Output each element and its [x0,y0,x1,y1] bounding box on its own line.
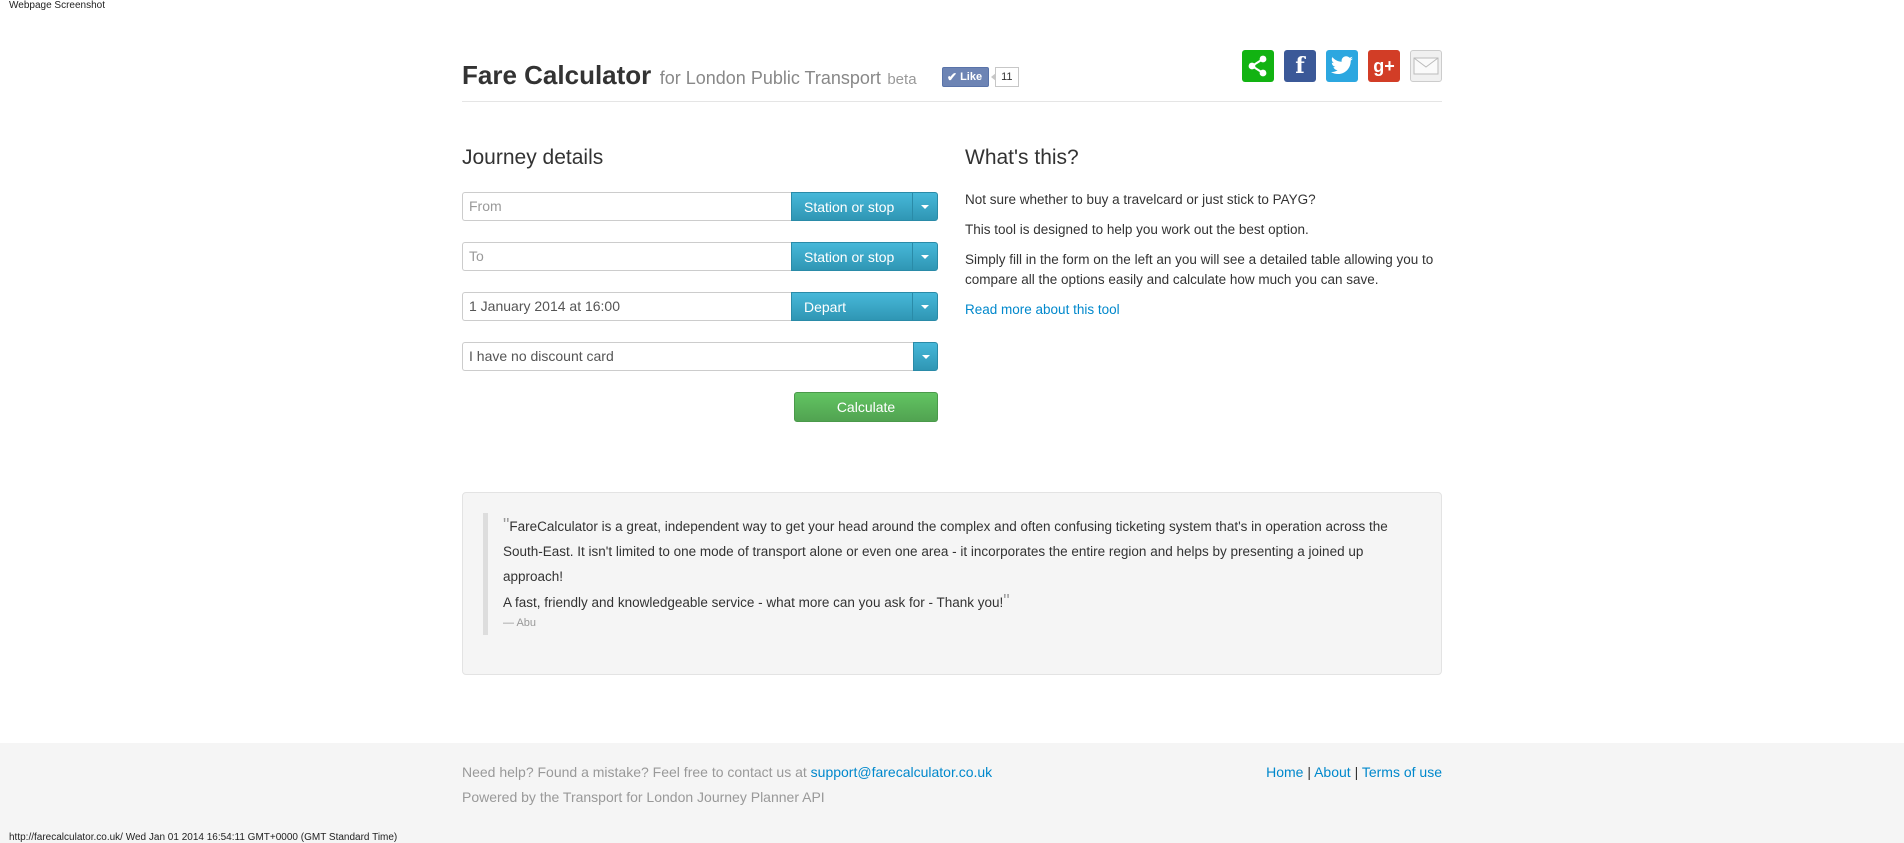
page-subtitle: for London Public Transport [659,68,881,88]
status-bar: http://farecalculator.co.uk/ Wed Jan 01 … [9,832,398,843]
about-section: What's this? Not sure whether to buy a t… [965,146,1442,317]
email-icon[interactable] [1410,50,1442,82]
header: Fare Calculator for London Public Transp… [462,48,1442,102]
to-type-label: Station or stop [804,248,895,265]
close-quote-mark: " [1003,591,1010,611]
about-paragraph-3: Simply fill in the form on the left an y… [965,252,1434,287]
to-input[interactable]: To [462,242,791,271]
from-row: From Station or stop [462,192,938,221]
footer: Need help? Found a mistake? Feel free to… [0,743,1904,843]
to-row: To Station or stop [462,242,938,271]
calculate-button[interactable]: Calculate [794,392,938,422]
chevron-down-icon [914,343,937,370]
like-button[interactable]: ✔ Like [942,67,990,87]
quote-text: " FareCalculator is a great, independent … [503,513,1423,615]
footer-separator: | [1307,764,1311,780]
chevron-down-icon [912,293,937,320]
like-count: 11 [991,67,1019,87]
discount-row: I have no discount card [462,342,938,371]
chevron-down-icon [912,243,937,270]
page-title[interactable]: Fare Calculator [462,60,651,90]
footer-separator: | [1354,764,1359,780]
google-plus-icon[interactable]: g+ [1368,50,1400,82]
powered-by: Powered by the Transport for London Jour… [462,789,825,805]
share-icon[interactable] [1242,50,1274,82]
from-type-dropdown[interactable]: Station or stop [791,192,938,221]
footer-links: Home | About | Terms of use [1266,764,1442,780]
journey-heading: Journey details [462,146,604,169]
read-more-link[interactable]: Read more about this tool [965,302,1120,317]
facebook-like: ✔ Like 11 [942,67,1019,87]
facebook-icon[interactable]: f [1284,50,1316,82]
datetime-row: 1 January 2014 at 16:00 Depart [462,292,938,321]
footer-link-terms[interactable]: Terms of use [1362,764,1442,780]
about-paragraph-1: Not sure whether to buy a travelcard or … [965,192,1316,207]
about-paragraph-2: This tool is designed to help you work o… [965,222,1309,237]
depart-dropdown[interactable]: Depart [791,292,938,321]
footer-link-home[interactable]: Home [1266,764,1303,780]
journey-form: Journey details From Station or stop To … [462,146,938,422]
screenshot-label: Webpage Screenshot [9,0,105,11]
testimonial-box: " FareCalculator is a great, independent … [462,492,1442,675]
testimonial-quote: " FareCalculator is a great, independent … [483,513,1420,635]
depart-label: Depart [804,298,847,315]
beta-badge: beta [887,71,917,88]
twitter-icon[interactable] [1326,50,1358,82]
social-buttons: f g+ [1242,50,1442,82]
quote-paragraph-1: FareCalculator is a great, independent w… [503,519,1388,584]
about-heading: What's this? [965,146,1079,169]
check-icon: ✔ [947,70,958,84]
to-type-dropdown[interactable]: Station or stop [791,242,938,271]
discount-select[interactable]: I have no discount card [462,342,913,371]
support-email-link[interactable]: support@farecalculator.co.uk [811,764,993,780]
from-type-label: Station or stop [804,198,895,215]
brand: Fare Calculator for London Public Transp… [462,60,917,91]
help-text: Need help? Found a mistake? Feel free to… [462,764,807,780]
footer-help: Need help? Found a mistake? Feel free to… [462,764,992,780]
discount-dropdown-toggle[interactable] [913,342,938,371]
datetime-input[interactable]: 1 January 2014 at 16:00 [462,292,791,321]
quote-author: — Abu [503,617,537,629]
from-input[interactable]: From [462,192,791,221]
footer-link-about[interactable]: About [1314,764,1351,780]
quote-paragraph-2: A fast, friendly and knowledgeable servi… [503,595,1004,610]
like-label: Like [960,71,983,83]
chevron-down-icon [912,193,937,220]
